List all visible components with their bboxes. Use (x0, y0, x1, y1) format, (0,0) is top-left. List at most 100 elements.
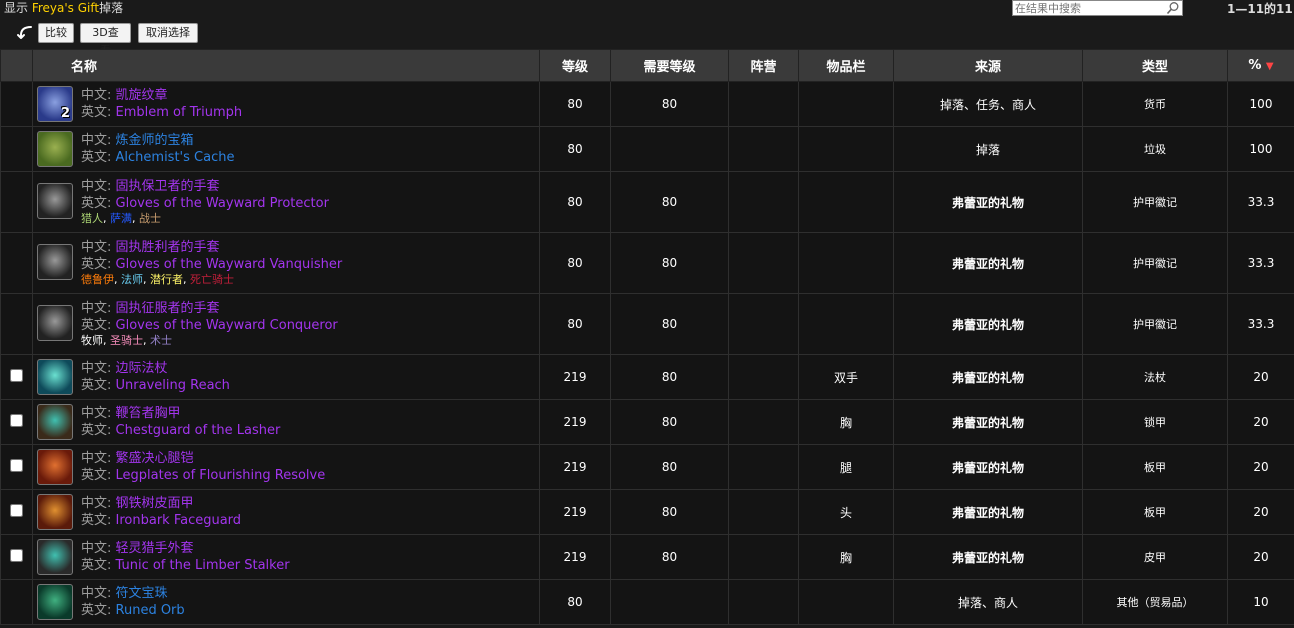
class-link[interactable]: 圣骑士 (110, 334, 143, 347)
table-row[interactable]: 2 中文: 凯旋纹章 英文: Emblem of Triumph 80 80 掉落、任务、… (0, 81, 1294, 127)
staff-icon[interactable] (37, 359, 73, 395)
type-cell[interactable]: 法杖 (1082, 354, 1228, 400)
class-link[interactable]: 潜行者 (150, 273, 183, 286)
item-link-en[interactable]: Alchemist's Cache (116, 150, 235, 165)
table-row[interactable]: 中文: 鞭笞者胸甲 英文: Chestguard of the Lasher 219… (0, 399, 1294, 445)
source-cell[interactable]: 弗蕾亚的礼物 (893, 489, 1083, 535)
type-cell[interactable]: 板甲 (1082, 489, 1228, 535)
item-link-cn[interactable]: 固执胜利者的手套 (116, 240, 220, 255)
type-cell[interactable]: 锁甲 (1082, 399, 1228, 445)
chest-icon[interactable] (37, 404, 73, 440)
col-source[interactable]: 来源 (893, 49, 1083, 82)
search-icon[interactable] (1166, 1, 1180, 15)
item-link-en[interactable]: Gloves of the Wayward Protector (116, 196, 329, 211)
item-link-cn[interactable]: 固执保卫者的手套 (116, 179, 220, 194)
item-link-cn[interactable]: 固执征服者的手套 (116, 301, 220, 316)
item-link-cn[interactable]: 钢铁树皮面甲 (116, 496, 194, 511)
class-link[interactable]: 战士 (139, 212, 161, 225)
type-cell[interactable]: 护甲徽记 (1082, 232, 1228, 294)
item-link-en[interactable]: Gloves of the Wayward Conqueror (116, 318, 338, 333)
type-cell[interactable]: 垃圾 (1082, 126, 1228, 172)
type-cell[interactable]: 护甲徽记 (1082, 293, 1228, 355)
source-cell[interactable]: 弗蕾亚的礼物 (893, 399, 1083, 445)
table-row[interactable]: 中文: 轻灵猎手外套 英文: Tunic of the Limber Stalke… (0, 534, 1294, 580)
class-link[interactable]: 牧师 (81, 334, 103, 347)
gloves-icon[interactable] (37, 305, 73, 341)
source-cell[interactable]: 弗蕾亚的礼物 (893, 171, 1083, 233)
type-cell[interactable]: 板甲 (1082, 444, 1228, 490)
item-link-cn[interactable]: 边际法杖 (116, 361, 168, 376)
item-link-en[interactable]: Tunic of the Limber Stalker (116, 558, 290, 573)
compare-button[interactable]: 比较 (38, 23, 74, 43)
source-cell[interactable]: 弗蕾亚的礼物 (893, 534, 1083, 580)
search-input[interactable] (1013, 1, 1163, 16)
col-name[interactable]: 名称 (32, 49, 540, 82)
item-link-cn[interactable]: 鞭笞者胸甲 (116, 406, 181, 421)
item-link-en[interactable]: Chestguard of the Lasher (116, 423, 281, 438)
type-cell[interactable]: 其他（贸易品） (1082, 579, 1228, 625)
item-link-en[interactable]: Legplates of Flourishing Resolve (116, 468, 326, 483)
table-row[interactable]: 中文: 繁盛决心腿铠 英文: Legplates of Flourishing R… (0, 444, 1294, 490)
item-link-en[interactable]: Unraveling Reach (116, 378, 230, 393)
col-level[interactable]: 等级 (539, 49, 611, 82)
item-link-cn[interactable]: 轻灵猎手外套 (116, 541, 194, 556)
table-row[interactable]: 中文: 符文宝珠 英文: Runed Orb 80 掉落、商人 其他（贸易品） 10 (0, 579, 1294, 625)
item-link-en[interactable]: Gloves of the Wayward Vanquisher (116, 257, 343, 272)
col-req-level[interactable]: 需要等级 (610, 49, 729, 82)
item-link-cn[interactable]: 炼金师的宝箱 (116, 133, 194, 148)
source-cell: 掉落 (893, 126, 1083, 172)
table-row[interactable]: 中文: 固执胜利者的手套 英文: Gloves of the Wayward Va… (0, 232, 1294, 294)
class-link[interactable]: 术士 (150, 334, 172, 347)
source-cell[interactable]: 弗蕾亚的礼物 (893, 293, 1083, 355)
table-row[interactable]: 中文: 固执征服者的手套 英文: Gloves of the Wayward Co… (0, 293, 1294, 355)
emblem-icon[interactable]: 2 (37, 86, 73, 122)
req-level-cell: 80 (610, 489, 729, 535)
col-pct[interactable]: % ▼ (1227, 49, 1294, 82)
row-checkbox[interactable] (10, 549, 23, 562)
class-link[interactable]: 德鲁伊 (81, 273, 114, 286)
tunic-icon[interactable] (37, 539, 73, 575)
col-faction[interactable]: 阵营 (728, 49, 799, 82)
view-3d-button[interactable]: 3D查看 (80, 23, 131, 57)
class-link[interactable]: 死亡骑士 (190, 273, 234, 286)
source-cell[interactable]: 弗蕾亚的礼物 (893, 354, 1083, 400)
table-row[interactable]: 中文: 炼金师的宝箱 英文: Alchemist's Cache 80 掉落 垃圾 100 (0, 126, 1294, 172)
class-link[interactable]: 法师 (121, 273, 143, 286)
table-row[interactable]: 中文: 钢铁树皮面甲 英文: Ironbark Faceguard 219 80 头弗蕾… (0, 489, 1294, 535)
type-cell[interactable]: 货币 (1082, 81, 1228, 127)
back-arrow-icon[interactable] (15, 25, 33, 41)
orb-icon[interactable] (37, 584, 73, 620)
row-checkbox[interactable] (10, 369, 23, 382)
helm-icon[interactable] (37, 494, 73, 530)
npc-link[interactable]: Freya's Gift (32, 1, 99, 15)
col-type[interactable]: 类型 (1082, 49, 1228, 82)
class-link[interactable]: 猎人 (81, 212, 103, 225)
class-link[interactable]: 萨满 (110, 212, 132, 225)
gloves-icon[interactable] (37, 183, 73, 219)
level-cell: 219 (539, 534, 611, 580)
table-row[interactable]: 中文: 固执保卫者的手套 英文: Gloves of the Wayward Pr… (0, 171, 1294, 233)
item-link-cn[interactable]: 繁盛决心腿铠 (116, 451, 194, 466)
item-link-en[interactable]: Ironbark Faceguard (116, 513, 242, 528)
item-link-cn[interactable]: 凯旋纹章 (116, 88, 168, 103)
deselect-button[interactable]: 取消选择 (138, 23, 198, 43)
type-cell[interactable]: 护甲徽记 (1082, 171, 1228, 233)
source-cell[interactable]: 弗蕾亚的礼物 (893, 444, 1083, 490)
book-icon[interactable] (37, 131, 73, 167)
item-link-cn[interactable]: 符文宝珠 (116, 586, 168, 601)
source-cell[interactable]: 弗蕾亚的礼物 (893, 232, 1083, 294)
type-cell[interactable]: 皮甲 (1082, 534, 1228, 580)
slot-cell: 腿 (798, 444, 894, 490)
row-checkbox[interactable] (10, 459, 23, 472)
result-range: 1—11的11 (1227, 2, 1293, 16)
row-checkbox[interactable] (10, 504, 23, 517)
faction-cell (728, 579, 799, 625)
item-link-en[interactable]: Emblem of Triumph (116, 105, 243, 120)
gloves-icon[interactable] (37, 244, 73, 280)
req-level-cell: 80 (610, 444, 729, 490)
item-link-en[interactable]: Runed Orb (116, 603, 185, 618)
legs-icon[interactable] (37, 449, 73, 485)
table-row[interactable]: 中文: 边际法杖 英文: Unraveling Reach 219 80 双手 弗蕾亚的礼… (0, 354, 1294, 400)
row-checkbox[interactable] (10, 414, 23, 427)
col-slot[interactable]: 物品栏 (798, 49, 894, 82)
